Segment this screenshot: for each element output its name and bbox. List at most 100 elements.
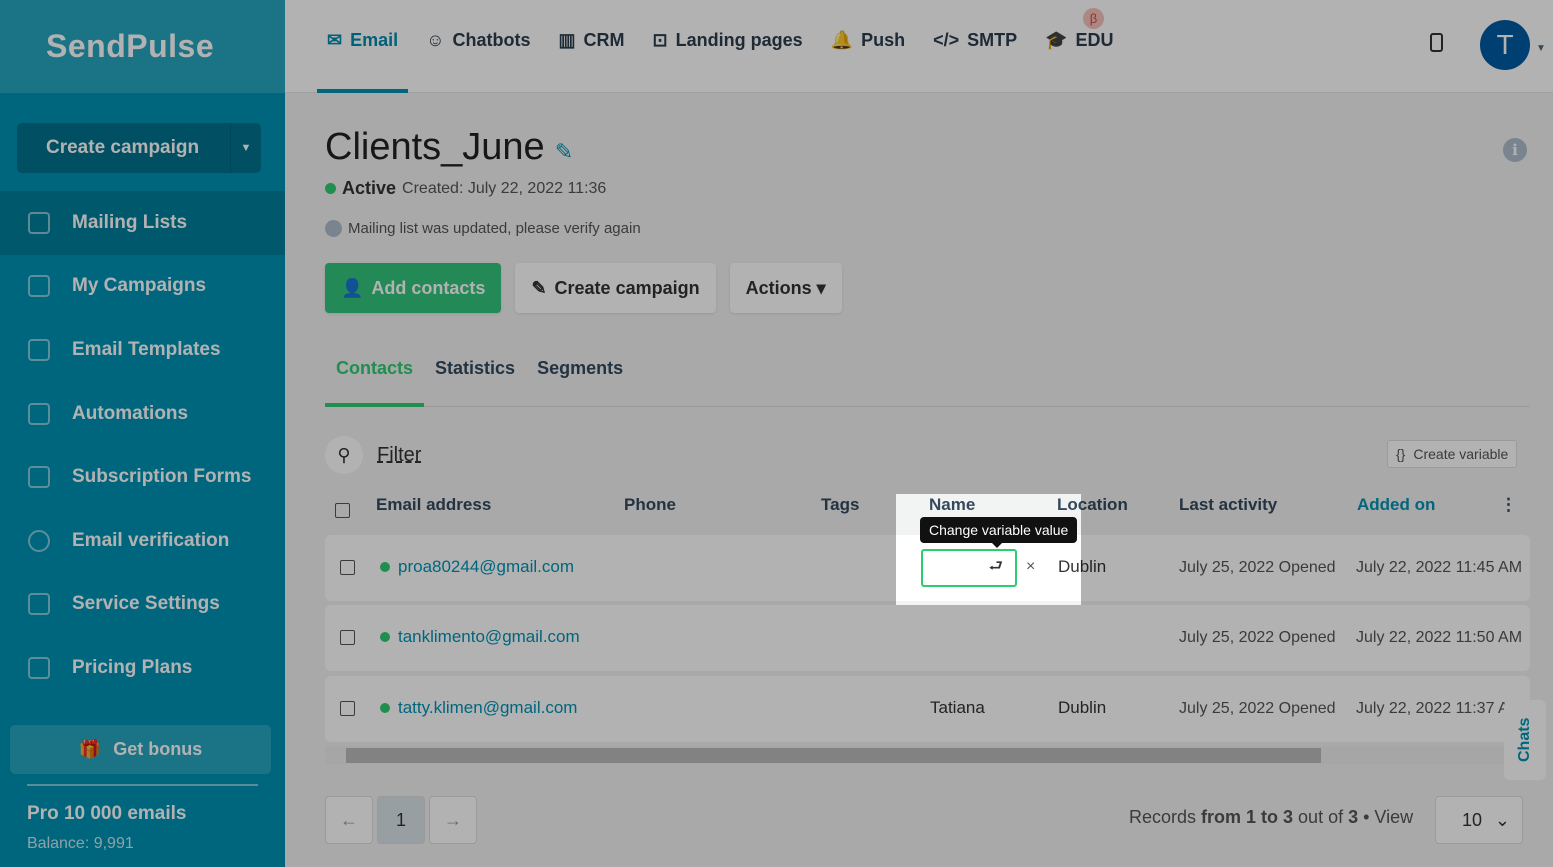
crm-icon: ▥ — [558, 30, 576, 50]
tab-smtp[interactable]: </> SMTP — [933, 30, 1017, 51]
top-nav: ✉ Email ☺ Chatbots ▥ CRM ⊡ Landing pages 🔔 Pu… — [285, 0, 1553, 93]
add-contacts-button[interactable]: 👤 Add contacts — [325, 263, 502, 313]
name-edit-input[interactable]: ⮐ — [921, 549, 1017, 587]
table-row[interactable]: tatty.klimen@gmail.com Tatiana Dublin Ju… — [325, 676, 1530, 742]
name-cell[interactable]: Tatiana — [930, 698, 985, 718]
sidebar-item-service-settings[interactable]: Service Settings — [0, 573, 285, 637]
t: 3 — [1348, 807, 1359, 827]
email-text: tatty.klimen@gmail.com — [398, 698, 578, 717]
col-added-on[interactable]: Added on — [1357, 495, 1435, 515]
col-name[interactable]: Name — [929, 495, 975, 515]
sidebar-item-email-verification[interactable]: Email verification — [0, 509, 285, 573]
email-link[interactable]: tanklimento@gmail.com — [380, 627, 580, 647]
col-phone[interactable]: Phone — [624, 495, 676, 515]
col-email[interactable]: Email address — [376, 495, 491, 515]
activity-cell: July 25, 2022 Opened — [1179, 700, 1336, 717]
title-text: Clients_June — [325, 126, 545, 168]
label: Email Templates — [72, 338, 221, 360]
next-page-button[interactable]: → — [429, 796, 477, 844]
chevron-down-icon[interactable]: ▼ — [230, 123, 261, 173]
sidebar-item-email-templates[interactable]: Email Templates — [0, 318, 285, 382]
select-all-checkbox[interactable] — [335, 503, 350, 518]
sidebar-item-subscription-forms[interactable]: Subscription Forms — [0, 445, 285, 509]
tab-segments[interactable]: Segments — [526, 358, 634, 407]
enter-icon[interactable]: ⮐ — [989, 555, 1003, 582]
label: Email — [350, 30, 399, 50]
more-icon[interactable]: ⋮ — [1500, 495, 1517, 515]
create-variable-button[interactable]: {} Create variable — [1387, 440, 1518, 468]
create-campaign-label: Create campaign — [46, 137, 200, 158]
tab-push[interactable]: 🔔 Push — [831, 30, 905, 51]
chatbot-icon: ☺ — [426, 30, 445, 50]
scrollbar-thumb[interactable] — [346, 748, 1321, 763]
email-link[interactable]: tatty.klimen@gmail.com — [380, 698, 577, 718]
avatar[interactable]: T — [1480, 20, 1530, 70]
label: Create campaign — [554, 277, 700, 298]
location-cell: Dublin — [1058, 557, 1107, 576]
label: Landing pages — [675, 30, 803, 50]
col-location[interactable]: Location — [1057, 495, 1128, 515]
close-icon[interactable]: × — [1026, 558, 1035, 576]
added-cell: July 22, 2022 11:37 AM — [1356, 700, 1523, 717]
settings-icon — [28, 593, 50, 616]
label: My Campaigns — [72, 275, 207, 297]
page-1-button[interactable]: 1 — [377, 796, 425, 844]
pagination: ← 1 → — [325, 796, 477, 844]
create-campaign-button[interactable]: Create campaign ▼ — [17, 123, 261, 173]
campaign-icon — [28, 275, 50, 298]
tab-landing-pages[interactable]: ⊡ Landing pages — [653, 30, 803, 51]
activity-cell: July 25, 2022 Opened — [1179, 629, 1336, 646]
chats-button[interactable]: Chats — [1504, 700, 1546, 780]
horizontal-scrollbar[interactable] — [325, 746, 1530, 764]
create-campaign-button[interactable]: ✎ Create campaign — [515, 263, 716, 313]
t: • View — [1358, 807, 1414, 827]
email-link[interactable]: proa80244@gmail.com — [380, 557, 574, 577]
label: SMTP — [967, 30, 1018, 50]
email-text: proa80244@gmail.com — [398, 557, 575, 576]
status-badge: Active — [342, 178, 397, 198]
label: Push — [861, 30, 906, 50]
tab-chatbots[interactable]: ☺ Chatbots — [426, 30, 530, 51]
tab-email[interactable]: ✉ Email — [327, 30, 398, 51]
get-bonus-button[interactable]: 🎁 Get bonus — [10, 725, 271, 774]
sidebar-item-pricing-plans[interactable]: Pricing Plans — [0, 636, 285, 700]
row-checkbox[interactable] — [340, 701, 355, 716]
sidebar-item-my-campaigns[interactable]: My Campaigns — [0, 255, 285, 319]
tab-crm[interactable]: ▥ CRM — [559, 30, 625, 51]
label: Pricing Plans — [72, 656, 193, 678]
tab-edu[interactable]: 🎓 EDU — [1045, 30, 1113, 51]
tab-statistics[interactable]: Statistics — [424, 358, 526, 407]
mobile-icon[interactable] — [1430, 33, 1443, 52]
row-checkbox[interactable] — [340, 630, 355, 645]
sidebar-item-mailing-lists[interactable]: Mailing Lists — [0, 191, 285, 255]
check-icon — [28, 529, 50, 552]
page-size-select[interactable]: 10 ⌄ — [1435, 796, 1523, 844]
prev-page-button[interactable]: ← — [325, 796, 373, 844]
pencil-icon[interactable]: ✎ — [555, 139, 573, 164]
col-last-activity[interactable]: Last activity — [1179, 495, 1277, 515]
sidebar-item-automations[interactable]: Automations — [0, 382, 285, 446]
email-icon: ✉ — [327, 30, 343, 50]
tab-contacts[interactable]: Contacts — [325, 358, 425, 407]
filter-link[interactable]: Filter — [377, 444, 421, 467]
variable-icon: {} — [1396, 446, 1406, 462]
label: Automations — [72, 402, 189, 424]
email-text: tanklimento@gmail.com — [398, 627, 580, 646]
chevron-down-icon[interactable]: ▼ — [1536, 43, 1546, 54]
label: Get bonus — [113, 739, 203, 759]
notice: Mailing list was updated, please verify … — [325, 220, 641, 237]
label: Subscription Forms — [72, 466, 252, 488]
page-size-value: 10 — [1462, 809, 1483, 830]
refresh-icon — [325, 220, 342, 237]
page-title: Clients_June ✎ — [325, 126, 573, 169]
search-icon[interactable]: ⚲ — [325, 436, 363, 474]
user-plus-icon: 👤 — [341, 277, 364, 298]
row-checkbox[interactable] — [340, 560, 355, 575]
logo[interactable]: SendPulse — [0, 0, 285, 93]
actions-button[interactable]: Actions ▾ — [729, 263, 842, 313]
code-icon: </> — [933, 30, 960, 50]
info-icon[interactable]: i — [1503, 138, 1527, 162]
table-row[interactable]: tanklimento@gmail.com July 25, 2022 Open… — [325, 605, 1530, 671]
activity-cell: July 25, 2022 Opened — [1179, 559, 1336, 576]
col-tags[interactable]: Tags — [821, 495, 859, 515]
